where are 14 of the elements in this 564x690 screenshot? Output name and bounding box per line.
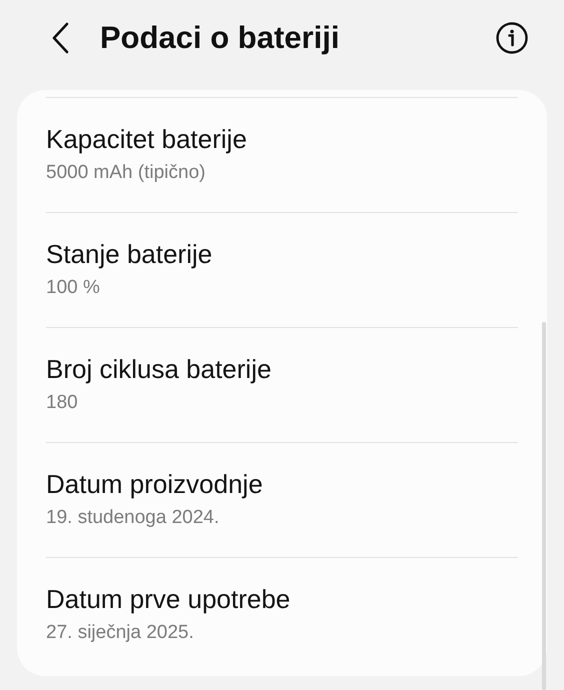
info-button[interactable] [494, 20, 530, 56]
info-value: 19. studenoga 2024. [46, 507, 220, 529]
info-title: Broj ciklusa baterije [46, 354, 272, 384]
info-title: Datum prve upotrebe [46, 584, 292, 614]
info-value: 27. siječnja 2025. [46, 622, 195, 644]
info-icon [496, 22, 528, 54]
page-title: Podaci o bateriji [100, 20, 340, 56]
info-value: 180 [46, 392, 79, 414]
info-title: Stanje baterije [46, 239, 214, 269]
info-title: Kapacitet baterije [46, 124, 248, 154]
info-value: 100 % [46, 277, 101, 299]
info-value: 5000 mAh (tipično) [46, 162, 206, 184]
back-icon [51, 22, 69, 54]
info-title: Datum proizvodnje [46, 469, 264, 499]
